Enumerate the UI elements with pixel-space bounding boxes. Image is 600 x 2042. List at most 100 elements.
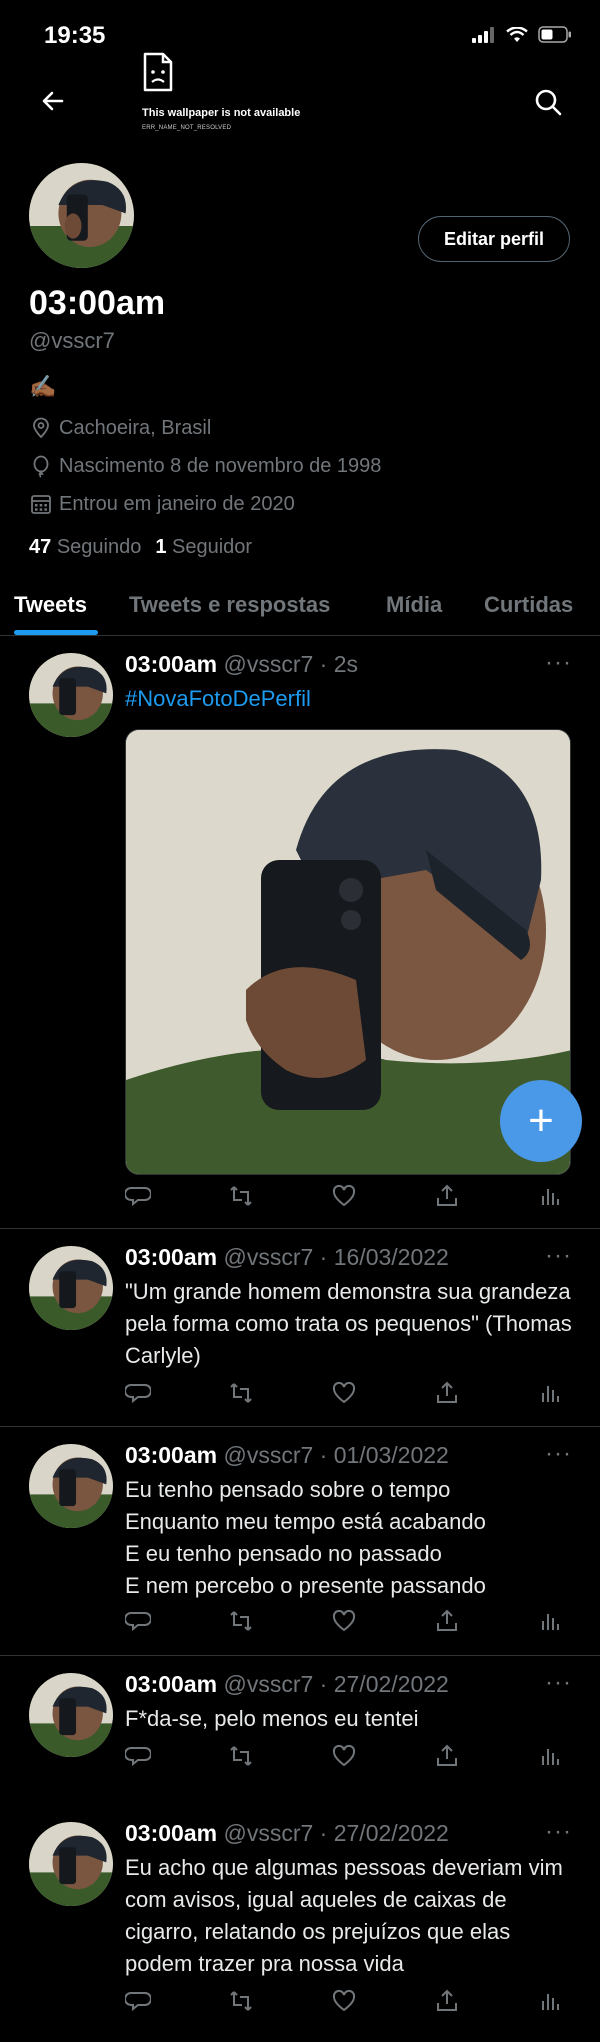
tweet-avatar[interactable] — [29, 1822, 113, 1906]
reply-button[interactable] — [124, 1743, 153, 1771]
reply-button[interactable] — [124, 1988, 153, 2016]
profile-name: 03:00am — [29, 284, 166, 322]
tweet-author-name[interactable]: 03:00am — [125, 1820, 217, 1846]
share-button[interactable] — [434, 1608, 462, 1636]
tweet-actions — [124, 1608, 565, 1636]
retweet-button[interactable] — [228, 1183, 256, 1211]
joined-text: Entrou em janeiro de 2020 — [59, 492, 295, 515]
tweet-author-name[interactable]: 03:00am — [125, 1442, 217, 1468]
tweet-more-button[interactable]: ··· — [545, 1669, 572, 1697]
share-button[interactable] — [434, 1380, 462, 1408]
avatar-image — [29, 653, 113, 737]
hashtag-link[interactable]: #NovaFotoDePerfil — [125, 686, 311, 711]
share-icon — [437, 1989, 457, 2011]
profile-birth: Nascimento 8 de novembro de 1998 — [29, 454, 381, 478]
tweet-date[interactable]: · 16/03/2022 — [320, 1244, 449, 1270]
tweet-item[interactable]: 03:00am @vsscr7 · 27/02/2022 ··· F*da-se… — [0, 1657, 600, 1805]
retweet-button[interactable] — [228, 1743, 256, 1771]
tweet-item[interactable]: 03:00am @vsscr7 · 16/03/2022 ··· "Um gra… — [0, 1230, 600, 1427]
analytics-button[interactable] — [537, 1380, 565, 1408]
tweet-date[interactable]: · 27/02/2022 — [320, 1671, 449, 1697]
tweet-more-button[interactable]: ··· — [545, 1818, 572, 1846]
reply-icon — [124, 1384, 152, 1404]
status-time: 19:35 — [44, 22, 106, 49]
following-count: 47 — [29, 536, 52, 558]
share-icon — [437, 1381, 457, 1403]
tab-media[interactable]: Mídia — [386, 592, 442, 618]
edit-profile-button[interactable]: Editar perfil — [418, 216, 570, 262]
profile-avatar[interactable] — [29, 163, 134, 268]
share-button[interactable] — [434, 1743, 462, 1771]
wifi-icon — [506, 26, 528, 42]
back-button[interactable] — [38, 86, 68, 116]
tweet-item[interactable]: 03:00am @vsscr7 · 01/03/2022 ··· Eu tenh… — [0, 1428, 600, 1656]
retweet-button[interactable] — [228, 1988, 256, 2016]
like-button[interactable] — [331, 1988, 359, 2016]
reply-button[interactable] — [124, 1183, 153, 1211]
tab-tweets-and-replies[interactable]: Tweets e respostas — [129, 592, 330, 618]
tweet-author-name[interactable]: 03:00am — [125, 1244, 217, 1270]
tweet-date[interactable]: · 27/02/2022 — [320, 1820, 449, 1846]
balloon-icon — [33, 455, 49, 478]
heart-icon — [332, 1381, 356, 1404]
tweet-author-name[interactable]: 03:00am — [125, 651, 217, 677]
tweet-actions — [124, 1380, 565, 1408]
tweet-author-handle[interactable]: @vsscr7 — [223, 1820, 313, 1846]
followers-count: 1 — [155, 536, 167, 558]
wallpaper-error-code: ERR_NAME_NOT_RESOLVED — [142, 125, 232, 131]
tweet-date[interactable]: · 2s — [320, 651, 358, 677]
avatar-image — [29, 163, 134, 268]
battery-icon — [538, 26, 571, 43]
tweet-author-handle[interactable]: @vsscr7 — [223, 651, 313, 677]
analytics-button[interactable] — [537, 1608, 565, 1636]
tweet-item[interactable]: 03:00am @vsscr7 · 27/02/2022 ··· Eu acho… — [0, 1806, 600, 2042]
tweet-header: 03:00am @vsscr7 · 27/02/2022 — [125, 1820, 449, 1847]
tab-tweets[interactable]: Tweets — [14, 592, 87, 618]
retweet-button[interactable] — [228, 1380, 256, 1408]
tweet-date[interactable]: · 01/03/2022 — [320, 1442, 449, 1468]
followers-link[interactable]: 1 Seguidor — [155, 536, 252, 559]
analytics-button[interactable] — [537, 1743, 565, 1771]
retweet-icon — [230, 1746, 252, 1766]
plus-icon: + — [528, 1096, 554, 1145]
retweet-button[interactable] — [228, 1608, 256, 1636]
analytics-button[interactable] — [537, 1988, 565, 2016]
like-button[interactable] — [331, 1183, 359, 1211]
share-button[interactable] — [434, 1988, 462, 2016]
tweet-avatar[interactable] — [29, 1673, 113, 1757]
tweet-author-handle[interactable]: @vsscr7 — [223, 1442, 313, 1468]
avatar-image — [29, 1444, 113, 1528]
reply-button[interactable] — [124, 1380, 153, 1408]
tweet-author-handle[interactable]: @vsscr7 — [223, 1244, 313, 1270]
compose-tweet-button[interactable]: + — [500, 1080, 582, 1162]
share-button[interactable] — [434, 1183, 462, 1211]
tweet-header: 03:00am @vsscr7 · 27/02/2022 — [125, 1671, 449, 1698]
tweet-avatar[interactable] — [29, 1246, 113, 1330]
analytics-icon — [542, 1749, 559, 1765]
share-icon — [437, 1184, 457, 1206]
like-button[interactable] — [331, 1743, 359, 1771]
analytics-button[interactable] — [537, 1183, 565, 1211]
tweet-avatar[interactable] — [29, 653, 113, 737]
analytics-icon — [542, 1994, 559, 2010]
tweet-more-button[interactable]: ··· — [545, 1242, 572, 1270]
tweet-author-handle[interactable]: @vsscr7 — [223, 1671, 313, 1697]
tweet-more-button[interactable]: ··· — [545, 649, 572, 677]
tweet-actions — [124, 1183, 565, 1211]
following-link[interactable]: 47 Seguindo — [29, 536, 141, 559]
search-button[interactable] — [532, 86, 564, 118]
tab-likes[interactable]: Curtidas — [484, 592, 573, 618]
following-label: Seguindo — [56, 536, 142, 558]
like-button[interactable] — [331, 1608, 359, 1636]
status-icons — [472, 26, 572, 43]
signal-icon — [472, 26, 494, 43]
like-button[interactable] — [331, 1380, 359, 1408]
tweet-author-name[interactable]: 03:00am — [125, 1671, 217, 1697]
tweet-avatar[interactable] — [29, 1444, 113, 1528]
active-tab-indicator — [14, 630, 98, 635]
reply-button[interactable] — [124, 1608, 153, 1636]
tweet-header: 03:00am @vsscr7 · 2s — [125, 651, 358, 678]
tweet-text: #NovaFotoDePerfil — [125, 683, 575, 715]
tweet-more-button[interactable]: ··· — [545, 1440, 572, 1468]
profile-bio: ✍🏾 — [29, 374, 57, 399]
